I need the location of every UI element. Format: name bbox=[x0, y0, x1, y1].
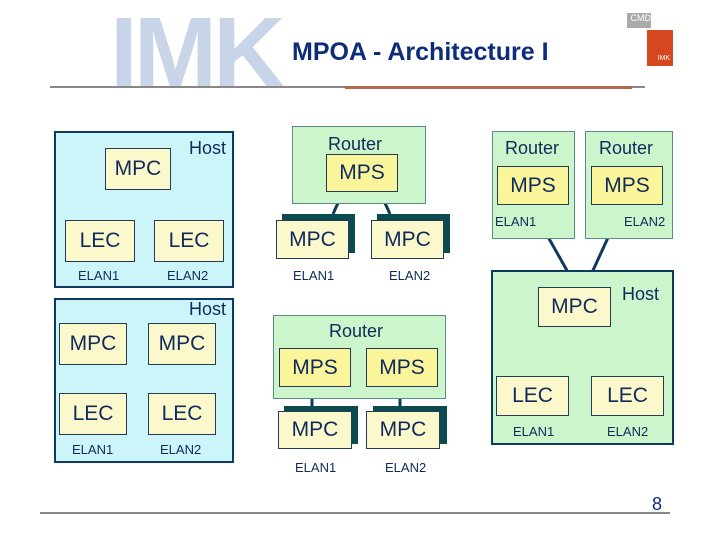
panel3-host-elan2: ELAN2 bbox=[607, 424, 649, 439]
panel3-mps2-node: MPS bbox=[591, 166, 663, 205]
panel3-elan2: ELAN2 bbox=[624, 214, 666, 229]
panel3-router2-label: Router bbox=[599, 138, 654, 158]
panel4-lec1-node: LEC bbox=[59, 393, 127, 435]
panel3-mps1-node: MPS bbox=[497, 166, 569, 205]
panel5-elan2: ELAN2 bbox=[385, 460, 427, 475]
panel3-lec2-node: LEC bbox=[591, 376, 664, 416]
panel2-router-label: Router bbox=[328, 134, 383, 154]
panel5-mpc1-node: MPC bbox=[278, 411, 352, 449]
panel4-mpc2-node: MPC bbox=[148, 323, 216, 365]
panel2-mpc2-node: MPC bbox=[371, 220, 444, 259]
panel2-mps-node: MPS bbox=[326, 154, 398, 192]
panel5-router-label: Router bbox=[329, 321, 384, 341]
panel5-mpc2-node: MPC bbox=[366, 411, 440, 449]
panel2-mpc1-node: MPC bbox=[276, 220, 349, 259]
panel1-lec1-node: LEC bbox=[65, 220, 135, 262]
footer-divider bbox=[40, 512, 670, 514]
panel3-lec1-node: LEC bbox=[496, 376, 569, 416]
panel3-host-label: Host bbox=[622, 284, 660, 304]
panel4-elan2: ELAN2 bbox=[160, 442, 202, 457]
panel3-host-elan1: ELAN1 bbox=[513, 424, 555, 439]
panel3-elan1: ELAN1 bbox=[495, 214, 537, 229]
panel1-host-label: Host bbox=[189, 138, 227, 158]
panel1-lec2-node: LEC bbox=[154, 220, 224, 262]
panel2-elan2: ELAN2 bbox=[389, 268, 431, 283]
page-number: 8 bbox=[652, 494, 663, 514]
panel3-router1-label: Router bbox=[505, 138, 560, 158]
panel2-elan1: ELAN1 bbox=[293, 268, 335, 283]
panel1-mpc-node: MPC bbox=[105, 148, 171, 190]
panel3-mpc-node: MPC bbox=[538, 287, 611, 327]
panel1-elan2: ELAN2 bbox=[167, 268, 209, 283]
panel1-elan1: ELAN1 bbox=[78, 268, 120, 283]
panel4-host-label: Host bbox=[189, 299, 227, 319]
panel5-mps2-node: MPS bbox=[366, 348, 438, 387]
panel5-mps1-node: MPS bbox=[279, 348, 351, 387]
panel4-lec2-node: LEC bbox=[148, 393, 216, 435]
panel5-elan1: ELAN1 bbox=[295, 460, 337, 475]
panel4-mpc1-node: MPC bbox=[59, 323, 127, 365]
panel4-elan1: ELAN1 bbox=[72, 442, 114, 457]
